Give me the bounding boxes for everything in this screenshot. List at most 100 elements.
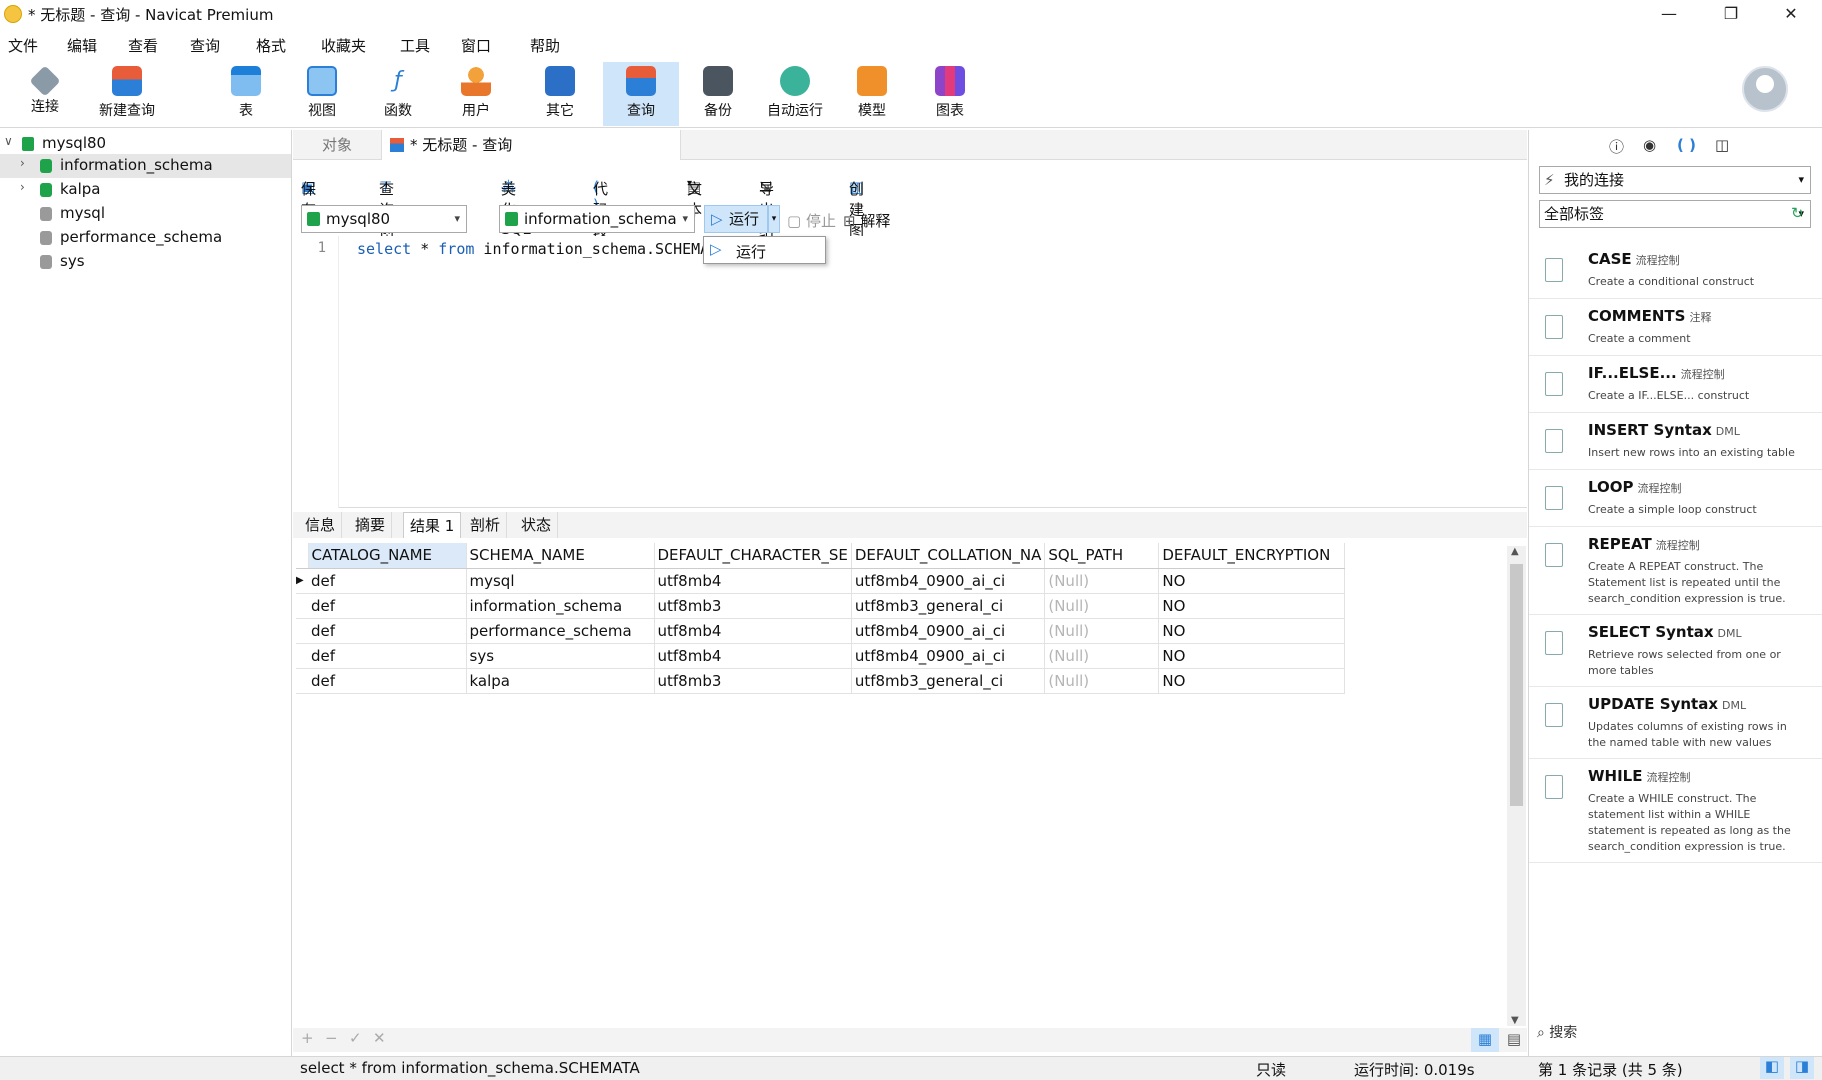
tab-info[interactable]: 信息 xyxy=(299,512,343,538)
table-cell[interactable]: def xyxy=(308,668,467,694)
table-cell[interactable]: (Null) xyxy=(1044,568,1160,594)
table-cell[interactable]: (Null) xyxy=(1044,668,1160,694)
table-cell[interactable]: NO xyxy=(1158,668,1346,694)
snippet-search[interactable]: ⌕ 搜索 xyxy=(1537,1022,1577,1042)
snippet-item[interactable]: LOOP 流程控制 Create a simple loop construct xyxy=(1529,470,1822,527)
table-cell[interactable]: utf8mb4 xyxy=(654,618,852,644)
view-button[interactable]: 视图 xyxy=(302,62,342,126)
run-menu-item[interactable]: 运行 xyxy=(736,241,766,262)
column-header[interactable]: DEFAULT_COLLATION_NA xyxy=(851,543,1046,569)
menu-tools[interactable]: 工具 xyxy=(400,35,430,56)
scrollbar-thumb[interactable] xyxy=(1510,564,1523,806)
table-row[interactable]: def kalpa utf8mb3 utf8mb3_general_ci (Nu… xyxy=(296,668,1346,694)
tab-result-1[interactable]: 结果 1 xyxy=(403,512,462,538)
tree-db-mysql[interactable]: mysql xyxy=(0,202,291,226)
tree-db-performance-schema[interactable]: performance_schema xyxy=(0,226,291,250)
delete-record-icon[interactable]: − xyxy=(325,1029,338,1047)
connect-button[interactable]: 连接 xyxy=(22,62,68,126)
tab-profile[interactable]: 剖析 xyxy=(464,512,508,538)
panel-layout-icon[interactable]: ◫ xyxy=(1715,136,1729,154)
connection-select[interactable]: mysql80 ▾ xyxy=(301,205,467,233)
table-cell[interactable]: def xyxy=(308,618,467,644)
chevron-right-icon[interactable]: › xyxy=(20,180,25,194)
snippet-item[interactable]: COMMENTS 注释 Create a comment xyxy=(1529,299,1822,356)
function-button[interactable]: ƒ 函数 xyxy=(378,62,418,126)
tree-db-kalpa[interactable]: › kalpa xyxy=(0,178,291,202)
braces-icon[interactable]: ( ) xyxy=(1677,136,1696,154)
form-view-icon[interactable]: ▤ xyxy=(1503,1028,1525,1052)
column-header[interactable]: SCHEMA_NAME xyxy=(466,543,655,569)
model-button[interactable]: 模型 xyxy=(852,62,892,126)
table-cell[interactable]: utf8mb4 xyxy=(654,568,852,594)
table-row[interactable]: ▶ def mysql utf8mb4 utf8mb4_0900_ai_ci (… xyxy=(296,568,1346,594)
table-cell[interactable]: def xyxy=(308,568,467,594)
info-icon[interactable]: ⓘ xyxy=(1609,136,1624,157)
snippet-item[interactable]: IF...ELSE... 流程控制 Create a IF...ELSE... c… xyxy=(1529,356,1822,413)
minimize-button[interactable]: — xyxy=(1646,0,1692,28)
explain-button[interactable]: ⊞ 解释 xyxy=(843,210,890,231)
table-cell[interactable]: utf8mb3_general_ci xyxy=(851,593,1046,619)
menu-view[interactable]: 查看 xyxy=(128,35,158,56)
tree-db-sys[interactable]: sys xyxy=(0,250,291,274)
table-cell[interactable]: utf8mb4_0900_ai_ci xyxy=(851,643,1046,669)
table-cell[interactable]: NO xyxy=(1158,568,1346,594)
snippet-item[interactable]: INSERT Syntax DML Insert new rows into an… xyxy=(1529,413,1822,470)
snippet-item[interactable]: CASE 流程控制 Create a conditional construct xyxy=(1529,242,1822,299)
eye-icon[interactable]: ◉ xyxy=(1643,136,1656,154)
backup-button[interactable]: 备份 xyxy=(698,62,738,126)
column-header[interactable]: DEFAULT_ENCRYPTION xyxy=(1158,543,1346,569)
scroll-up-icon[interactable]: ▲ xyxy=(1511,546,1519,557)
grid-vertical-scrollbar[interactable]: ▲ ▼ xyxy=(1507,546,1526,1026)
menu-query[interactable]: 查询 xyxy=(190,35,220,56)
run-dropdown-toggle[interactable]: ▾ xyxy=(768,205,780,233)
table-cell[interactable]: sys xyxy=(466,643,655,669)
menu-edit[interactable]: 编辑 xyxy=(67,35,97,56)
apply-changes-icon[interactable]: ✓ xyxy=(349,1029,362,1047)
scroll-down-icon[interactable]: ▼ xyxy=(1511,1015,1519,1026)
grid-view-icon[interactable]: ▦ xyxy=(1471,1028,1499,1052)
user-button[interactable]: 用户 xyxy=(456,62,496,126)
table-cell[interactable]: information_schema xyxy=(466,593,655,619)
run-button[interactable]: ▷ 运行 xyxy=(704,205,768,233)
table-cell[interactable]: performance_schema xyxy=(466,618,655,644)
new-query-button[interactable]: 新建查询 xyxy=(92,62,162,126)
snippet-item[interactable]: REPEAT 流程控制 Create A REPEAT construct. Th… xyxy=(1529,527,1822,615)
layout-right-icon[interactable]: ◨ xyxy=(1790,1057,1814,1079)
table-cell[interactable]: NO xyxy=(1158,643,1346,669)
table-cell[interactable]: utf8mb3 xyxy=(654,593,852,619)
chart-button[interactable]: 图表 xyxy=(930,62,970,126)
menu-format[interactable]: 格式 xyxy=(256,35,286,56)
table-cell[interactable]: def xyxy=(308,593,467,619)
snippet-item[interactable]: SELECT Syntax DML Retrieve rows selected … xyxy=(1529,615,1822,687)
menu-window[interactable]: 窗口 xyxy=(461,35,491,56)
query-button[interactable]: 查询 xyxy=(603,62,679,126)
table-cell[interactable]: utf8mb3 xyxy=(654,668,852,694)
add-record-icon[interactable]: + xyxy=(301,1029,314,1047)
table-cell[interactable]: utf8mb4 xyxy=(654,643,852,669)
autorun-button[interactable]: 自动运行 xyxy=(762,62,828,126)
sql-code-line[interactable]: select * from information_schema.SCHEMA xyxy=(357,240,709,258)
snippet-item[interactable]: UPDATE Syntax DML Updates columns of exis… xyxy=(1529,687,1822,759)
snippet-tag-select[interactable]: 全部标签 ▾ xyxy=(1539,200,1811,228)
table-row[interactable]: def sys utf8mb4 utf8mb4_0900_ai_ci (Null… xyxy=(296,643,1346,669)
restore-button[interactable]: ❐ xyxy=(1708,0,1754,28)
tab-untitled-query[interactable]: * 无标题 - 查询 xyxy=(381,130,681,160)
table-cell[interactable]: utf8mb4_0900_ai_ci xyxy=(851,618,1046,644)
table-cell[interactable]: utf8mb3_general_ci xyxy=(851,668,1046,694)
table-cell[interactable]: (Null) xyxy=(1044,643,1160,669)
table-cell[interactable]: NO xyxy=(1158,618,1346,644)
database-select[interactable]: information_schema ▾ xyxy=(499,205,695,233)
tree-db-information-schema[interactable]: › information_schema xyxy=(0,154,291,178)
table-button[interactable]: 表 xyxy=(226,62,266,126)
chevron-right-icon[interactable]: › xyxy=(20,156,25,170)
tree-connection-mysql80[interactable]: ∨ mysql80 xyxy=(0,132,291,156)
column-header[interactable]: SQL_PATH xyxy=(1044,543,1160,569)
table-cell[interactable]: mysql xyxy=(466,568,655,594)
refresh-snippets-icon[interactable]: ↻ xyxy=(1791,204,1804,222)
menu-favorites[interactable]: 收藏夹 xyxy=(321,35,366,56)
close-button[interactable]: ✕ xyxy=(1768,0,1814,28)
user-avatar[interactable] xyxy=(1742,66,1788,112)
tab-objects[interactable]: 对象 xyxy=(293,130,381,160)
column-header[interactable]: CATALOG_NAME xyxy=(308,543,467,569)
table-cell[interactable]: def xyxy=(308,643,467,669)
